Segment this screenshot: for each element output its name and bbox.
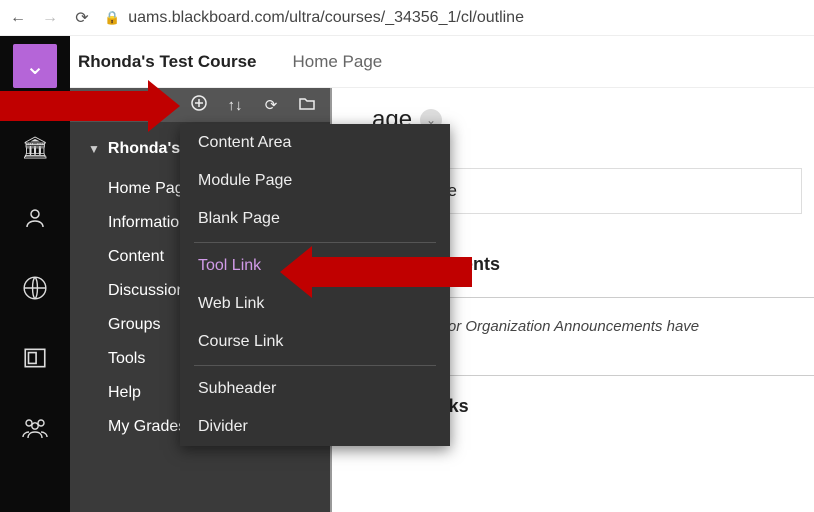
breadcrumb-course[interactable]: Rhonda's Test Course: [78, 52, 256, 72]
menu-item-subheader[interactable]: Subheader: [180, 370, 450, 408]
address-bar[interactable]: 🔒 uams.blackboard.com/ultra/courses/_343…: [104, 9, 524, 27]
app-body: ⌄ 🏛 ↑↓ ⟳ ▼ Rhonda's T: [0, 88, 814, 512]
reorder-icon[interactable]: ↑↓: [226, 97, 244, 114]
menu-separator: [194, 242, 436, 243]
folder-icon[interactable]: [298, 96, 316, 114]
url-text: uams.blackboard.com/ultra/courses/_34356…: [128, 9, 524, 27]
annotation-arrow-to-add: [0, 80, 180, 132]
menu-item-divider[interactable]: Divider: [180, 408, 450, 446]
reload-button[interactable]: ⟳: [72, 8, 92, 28]
add-content-icon[interactable]: [190, 95, 208, 115]
annotation-arrow-to-tool-link: [280, 246, 472, 298]
globe-icon[interactable]: [15, 268, 55, 308]
browser-chrome: ← → ⟳ 🔒 uams.blackboard.com/ultra/course…: [0, 0, 814, 36]
back-button[interactable]: ←: [8, 9, 28, 27]
groups-icon[interactable]: [15, 408, 55, 448]
menu-item-course-link[interactable]: Course Link: [180, 323, 450, 361]
refresh-icon[interactable]: ⟳: [262, 96, 280, 114]
profile-icon[interactable]: [15, 198, 55, 238]
menu-separator: [194, 365, 436, 366]
lock-icon: 🔒: [104, 10, 120, 26]
caret-down-icon: ▼: [88, 142, 100, 156]
menu-item-content-area[interactable]: Content Area: [180, 124, 450, 162]
forward-button[interactable]: →: [40, 9, 60, 27]
institution-icon[interactable]: 🏛: [15, 128, 55, 168]
courses-icon[interactable]: [15, 338, 55, 378]
breadcrumb-page[interactable]: Home Page: [292, 52, 382, 72]
menu-item-blank-page[interactable]: Blank Page: [180, 200, 450, 238]
menu-item-module-page[interactable]: Module Page: [180, 162, 450, 200]
